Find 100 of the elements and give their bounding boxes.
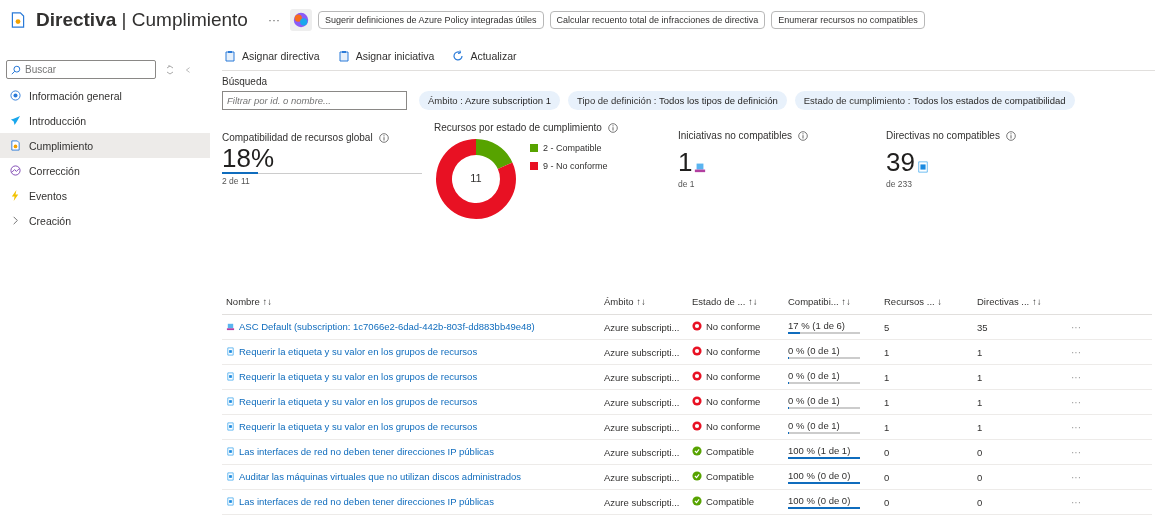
column-header[interactable]: Directivas ... ↑↓ — [973, 288, 1061, 315]
legend-swatch — [530, 162, 538, 170]
policy-link[interactable]: Requerir la etiqueta y su valor en los grupos de recursos — [226, 346, 478, 357]
document-icon — [226, 347, 235, 356]
column-header[interactable]: Recursos ... ↓ — [880, 288, 973, 315]
metric-value: 18% — [222, 143, 276, 173]
toolbar-button[interactable]: Actualizar — [450, 50, 517, 62]
nav-item[interactable]: Cumplimiento — [0, 133, 210, 158]
status-text: No conforme — [706, 320, 761, 332]
search-label: Búsqueda — [222, 76, 269, 87]
document-icon — [10, 140, 21, 151]
nav-item[interactable]: Introducción — [0, 108, 210, 133]
legend-swatch — [530, 144, 538, 152]
compliance-text: 17 % (1 de 6) — [788, 320, 847, 331]
table-cell: Azure subscripti... — [600, 314, 688, 340]
table-cell: 5 — [880, 314, 973, 340]
status-text: Compatible — [706, 445, 755, 457]
compliance-text: 100 % (1 de 1) — [788, 445, 852, 456]
toolbar-button[interactable]: Asignar iniciativa — [335, 50, 435, 62]
copilot-icon[interactable] — [289, 9, 312, 31]
status-text: Compatible — [706, 495, 755, 507]
policy-document-icon — [10, 11, 26, 29]
document-icon — [226, 447, 235, 456]
table-cell: 1 — [973, 364, 1061, 390]
table-cell: Azure subscripti... — [600, 439, 688, 465]
legend-label: 2 - Compatible — [543, 143, 602, 153]
column-header[interactable]: Compatibi... ↑↓ — [784, 288, 880, 315]
status-text: No conforme — [706, 345, 761, 357]
filter-pill[interactable]: Ámbito : Azure subscription 1 — [419, 91, 561, 110]
status-text: No conforme — [706, 370, 761, 382]
table-cell: Azure subscripti... — [600, 389, 688, 415]
status-text: No conforme — [706, 395, 761, 407]
compliance-text: 0 % (0 de 1) — [788, 420, 841, 431]
status-text: No conforme — [706, 420, 761, 432]
table-cell: 1 — [880, 389, 973, 415]
document-icon — [226, 397, 235, 406]
policy-link[interactable]: Requerir la etiqueta y su valor en los grupos de recursos — [226, 371, 478, 382]
table-cell: 35 — [973, 314, 1061, 340]
refresh-icon — [452, 50, 465, 62]
nav-item[interactable]: Creación — [0, 208, 210, 233]
info-icon[interactable] — [378, 132, 389, 143]
table-cell: 0 — [973, 489, 1061, 515]
metric-subtext: de 233 — [886, 179, 913, 189]
nav-item[interactable]: Información general — [0, 83, 210, 108]
table-cell: 1 — [880, 414, 973, 440]
table-cell: 1 — [880, 339, 973, 365]
toolbar-button[interactable]: Asignar directiva — [222, 50, 320, 62]
suggestion-chip[interactable]: Enumerar recursos no compatibles — [771, 11, 925, 29]
clipboard-icon — [337, 50, 350, 62]
info-icon[interactable] — [607, 122, 618, 133]
lightning-icon — [10, 190, 21, 201]
compliance-text: 0 % (0 de 1) — [788, 395, 841, 406]
policy-link[interactable]: Las interfaces de red no deben tener direcciones IP públicas — [226, 496, 494, 507]
policy-link[interactable]: ASC Default (subscription: 1c7066e2-6dad-442b-803f-dd883bb49e48) — [226, 321, 535, 332]
document-icon — [226, 372, 235, 381]
filter-pill[interactable]: Estado de cumplimiento : Todos los estados de compatibilidad — [794, 91, 1075, 110]
table-cell: 1 — [973, 389, 1061, 415]
table-cell: 1 — [973, 339, 1061, 365]
search-field[interactable]: Buscar — [6, 60, 156, 79]
table-cell: Azure subscripti... — [600, 414, 688, 440]
suggestion-chip[interactable]: Sugerir definiciones de Azure Policy integradas útiles — [317, 11, 544, 29]
nav-item[interactable]: Corrección — [0, 158, 210, 183]
policy-link[interactable]: Requerir la etiqueta y su valor en los grupos de recursos — [226, 421, 478, 432]
suggestion-chip[interactable]: Calcular recuento total de infracciones de directiva — [549, 11, 766, 29]
policy-link[interactable]: Requerir la etiqueta y su valor en los grupos de recursos — [226, 396, 478, 407]
chart-line-icon — [10, 165, 21, 176]
filter-field[interactable]: Filtrar por id. o nombre... — [222, 91, 407, 110]
filter-pill[interactable]: Tipo de definición : Todos los tipos de definición — [568, 91, 787, 110]
compliance-text: 0 % (0 de 1) — [788, 345, 841, 356]
compliance-text: 100 % (0 de 0) — [788, 470, 852, 481]
circle-icon — [10, 90, 21, 101]
info-icon[interactable] — [797, 130, 808, 141]
column-header[interactable]: Nombre ↑↓ — [222, 288, 600, 315]
table-cell: Azure subscripti... — [600, 339, 688, 365]
search-icon — [11, 65, 21, 75]
metric-title: Iniciativas no compatibles — [678, 130, 792, 141]
metric-title: Compatibilidad de recursos global — [222, 132, 373, 143]
column-header[interactable]: Estado de ... ↑↓ — [688, 288, 784, 315]
table-cell: Azure subscripti... — [600, 464, 688, 490]
nav-item[interactable]: Eventos — [0, 183, 210, 208]
document-icon — [226, 472, 235, 481]
table-cell: 1 — [880, 364, 973, 390]
policy-link[interactable]: Auditar las máquinas virtuales que no utilizan discos administrados — [226, 471, 521, 482]
document-icon — [226, 422, 235, 431]
metric-title: Directivas no compatibles — [886, 130, 1000, 141]
metric-value: 1 — [678, 147, 693, 177]
table-cell: 1 — [973, 414, 1061, 440]
expand-icon[interactable] — [166, 64, 174, 75]
info-icon[interactable] — [1005, 130, 1016, 141]
table-cell: 0 — [880, 489, 973, 515]
compliance-text: 0 % (0 de 1) — [788, 370, 841, 381]
chevron-icon — [10, 215, 21, 226]
stack-icon — [694, 161, 707, 173]
policy-link[interactable]: Las interfaces de red no deben tener direcciones IP públicas — [226, 446, 494, 457]
more-button[interactable]: ··· — [263, 13, 284, 27]
column-header[interactable]: Ámbito ↑↓ — [600, 288, 688, 315]
metric-value: 39 — [886, 147, 915, 177]
initiative-icon — [226, 322, 235, 331]
clipboard-icon — [224, 50, 236, 62]
status-text: Compatible — [706, 470, 755, 482]
